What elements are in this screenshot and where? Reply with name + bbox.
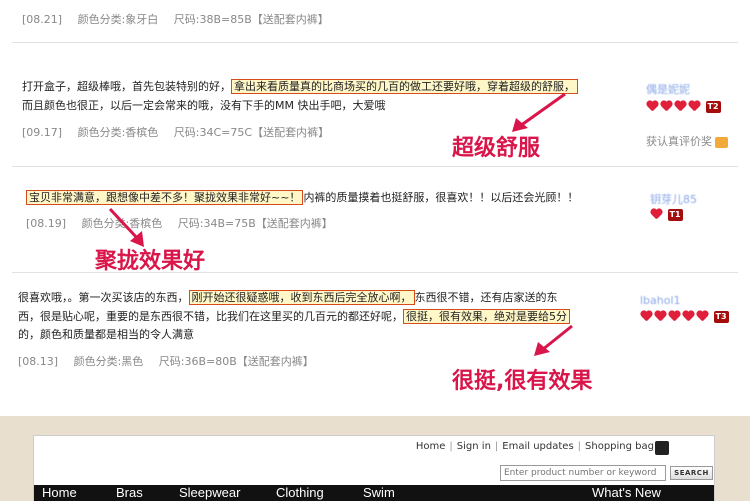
separator: |: [449, 441, 453, 452]
annotation-note: 聚拢效果好: [95, 249, 206, 274]
link-email-updates[interactable]: Email updates: [502, 441, 573, 452]
link-sign-in[interactable]: Sign in: [457, 441, 491, 452]
reviewer-name[interactable]: lbahol1: [640, 294, 681, 307]
link-home[interactable]: Home: [416, 441, 446, 452]
review-text-line: 西，很是贴心呢，重要的是东西很不错，比我们在这里买的几百元的都还好呢， 很挺，很有…: [18, 308, 570, 326]
review-highlight: 刚开始还很疑惑哦，收到东西后完全放心啊，: [188, 290, 415, 305]
nav-swim[interactable]: Swim: [363, 485, 395, 501]
level-badge: T2: [705, 101, 721, 113]
review-text: 很喜欢哦，。第一次买该店的东西，: [18, 291, 189, 304]
review-text: 而且颜色也很正，以后一定会常来的哦，没有下手的MM 快出手吧，大爱哦: [22, 99, 386, 112]
reviewer-name[interactable]: 偶是妮妮: [646, 81, 690, 97]
heart-icon: [660, 101, 672, 112]
annotation-note: 很挺,很有效果: [452, 369, 593, 394]
divider: [12, 166, 738, 167]
shopping-bag-icon[interactable]: [655, 441, 669, 455]
reviewer-rating: T2: [646, 101, 721, 115]
review-date: [09.17]: [22, 126, 63, 139]
review-meta: [09.17] 颜色分类:香槟色 尺码:34C=75C【送配套内裤】: [22, 124, 329, 140]
reviewer-rating: T1: [650, 209, 683, 223]
review-meta: [08.13] 颜色分类:黑色 尺码:36B=80B【送配套内裤】: [18, 353, 314, 369]
review-text: 打开盒子，超级棒哦，首先包装特别的好，: [22, 80, 231, 93]
separator: |: [494, 441, 499, 452]
site-header: Home | Sign in | Email updates | Shopping bag …: [33, 435, 715, 501]
review-size: 尺码:36B=80B【送配套内裤】: [158, 355, 314, 368]
nav-clothing[interactable]: Clothing: [276, 485, 324, 501]
review-text-line: 而且颜色也很正，以后一定会常来的哦，没有下手的MM 快出手吧，大爱哦: [22, 97, 385, 115]
divider: [12, 272, 738, 273]
review-text-line: 打开盒子，超级棒哦，首先包装特别的好， 拿出来看质量真的比商场买的几百的做工还要好…: [22, 78, 578, 96]
level-badge: T3: [713, 311, 729, 323]
review-date: [08.21]: [22, 13, 63, 26]
review-meta: [08.21] 颜色分类:象牙白 尺码:38B=85B【送配套内裤】: [22, 11, 329, 27]
heart-icon: [646, 101, 658, 112]
review-highlight: 宝贝非常满意，跟想像中差不多！聚拢效果非常好~~！: [26, 190, 304, 205]
review-text: 内裤的质量摸着也挺舒服，很喜欢！！以后还会光顾！！: [303, 191, 579, 204]
nav-home[interactable]: Home: [42, 485, 77, 501]
award-text: 获认真评价奖: [646, 135, 712, 148]
review-size: 尺码:34C=75C【送配套内裤】: [173, 126, 330, 139]
arrow-icon: [534, 324, 573, 356]
top-links: Home | Sign in | Email updates | Shopping bag: [416, 441, 654, 452]
heart-icon: [696, 311, 708, 322]
review-color: 颜色分类:香槟色: [77, 126, 159, 139]
reviewer-name[interactable]: 钥芽儿85: [650, 191, 697, 207]
review-size: 尺码:38B=85B【送配套内裤】: [173, 13, 329, 26]
review-text: 东西很不错，还有店家送的东: [414, 291, 558, 304]
review-date: [08.13]: [18, 355, 59, 368]
heart-icon: [682, 311, 694, 322]
review-text-line: 很喜欢哦，。第一次买该店的东西， 刚开始还很疑惑哦，收到东西后完全放心啊， 东西很不…: [18, 289, 558, 307]
review-text: 西，很是贴心呢，重要的是东西很不错，比我们在这里买的几百元的都还好呢，: [18, 310, 403, 323]
heart-icon: [640, 311, 652, 322]
award-icon: [715, 136, 728, 148]
nav-whats-new[interactable]: What's New: [592, 485, 661, 501]
separator: |: [577, 441, 582, 452]
review-color: 颜色分类:黑色: [73, 355, 144, 368]
nav-bras[interactable]: Bras: [116, 485, 143, 501]
main-nav: Home Bras Sleepwear Clothing Swim What's…: [34, 485, 714, 501]
annotation-note: 超级舒服: [452, 136, 541, 161]
heart-icon: [650, 209, 662, 220]
nav-sleepwear[interactable]: Sleepwear: [179, 485, 240, 501]
link-shopping-bag[interactable]: Shopping bag: [585, 441, 654, 452]
review-size: 尺码:34B=75B【送配套内裤】: [177, 217, 333, 230]
review-date: [08.19]: [26, 217, 67, 230]
heart-icon: [668, 311, 680, 322]
divider: [12, 42, 738, 43]
review-text: 的，颜色和质量都是相当的令人满意: [18, 328, 194, 341]
review-color: 颜色分类:象牙白: [77, 13, 159, 26]
reviewer-rating: T3: [640, 311, 729, 325]
review-text-line: 的，颜色和质量都是相当的令人满意: [18, 326, 194, 344]
heart-icon: [688, 101, 700, 112]
level-badge: T1: [667, 209, 683, 221]
award-label: 获认真评价奖: [646, 133, 728, 149]
heart-icon: [654, 311, 666, 322]
review-meta: [08.19] 颜色分类:香槟色 尺码:34B=75B【送配套内裤】: [26, 215, 333, 231]
search-button[interactable]: SEARCH: [670, 466, 713, 480]
search-input[interactable]: [500, 465, 666, 481]
heart-icon: [674, 101, 686, 112]
